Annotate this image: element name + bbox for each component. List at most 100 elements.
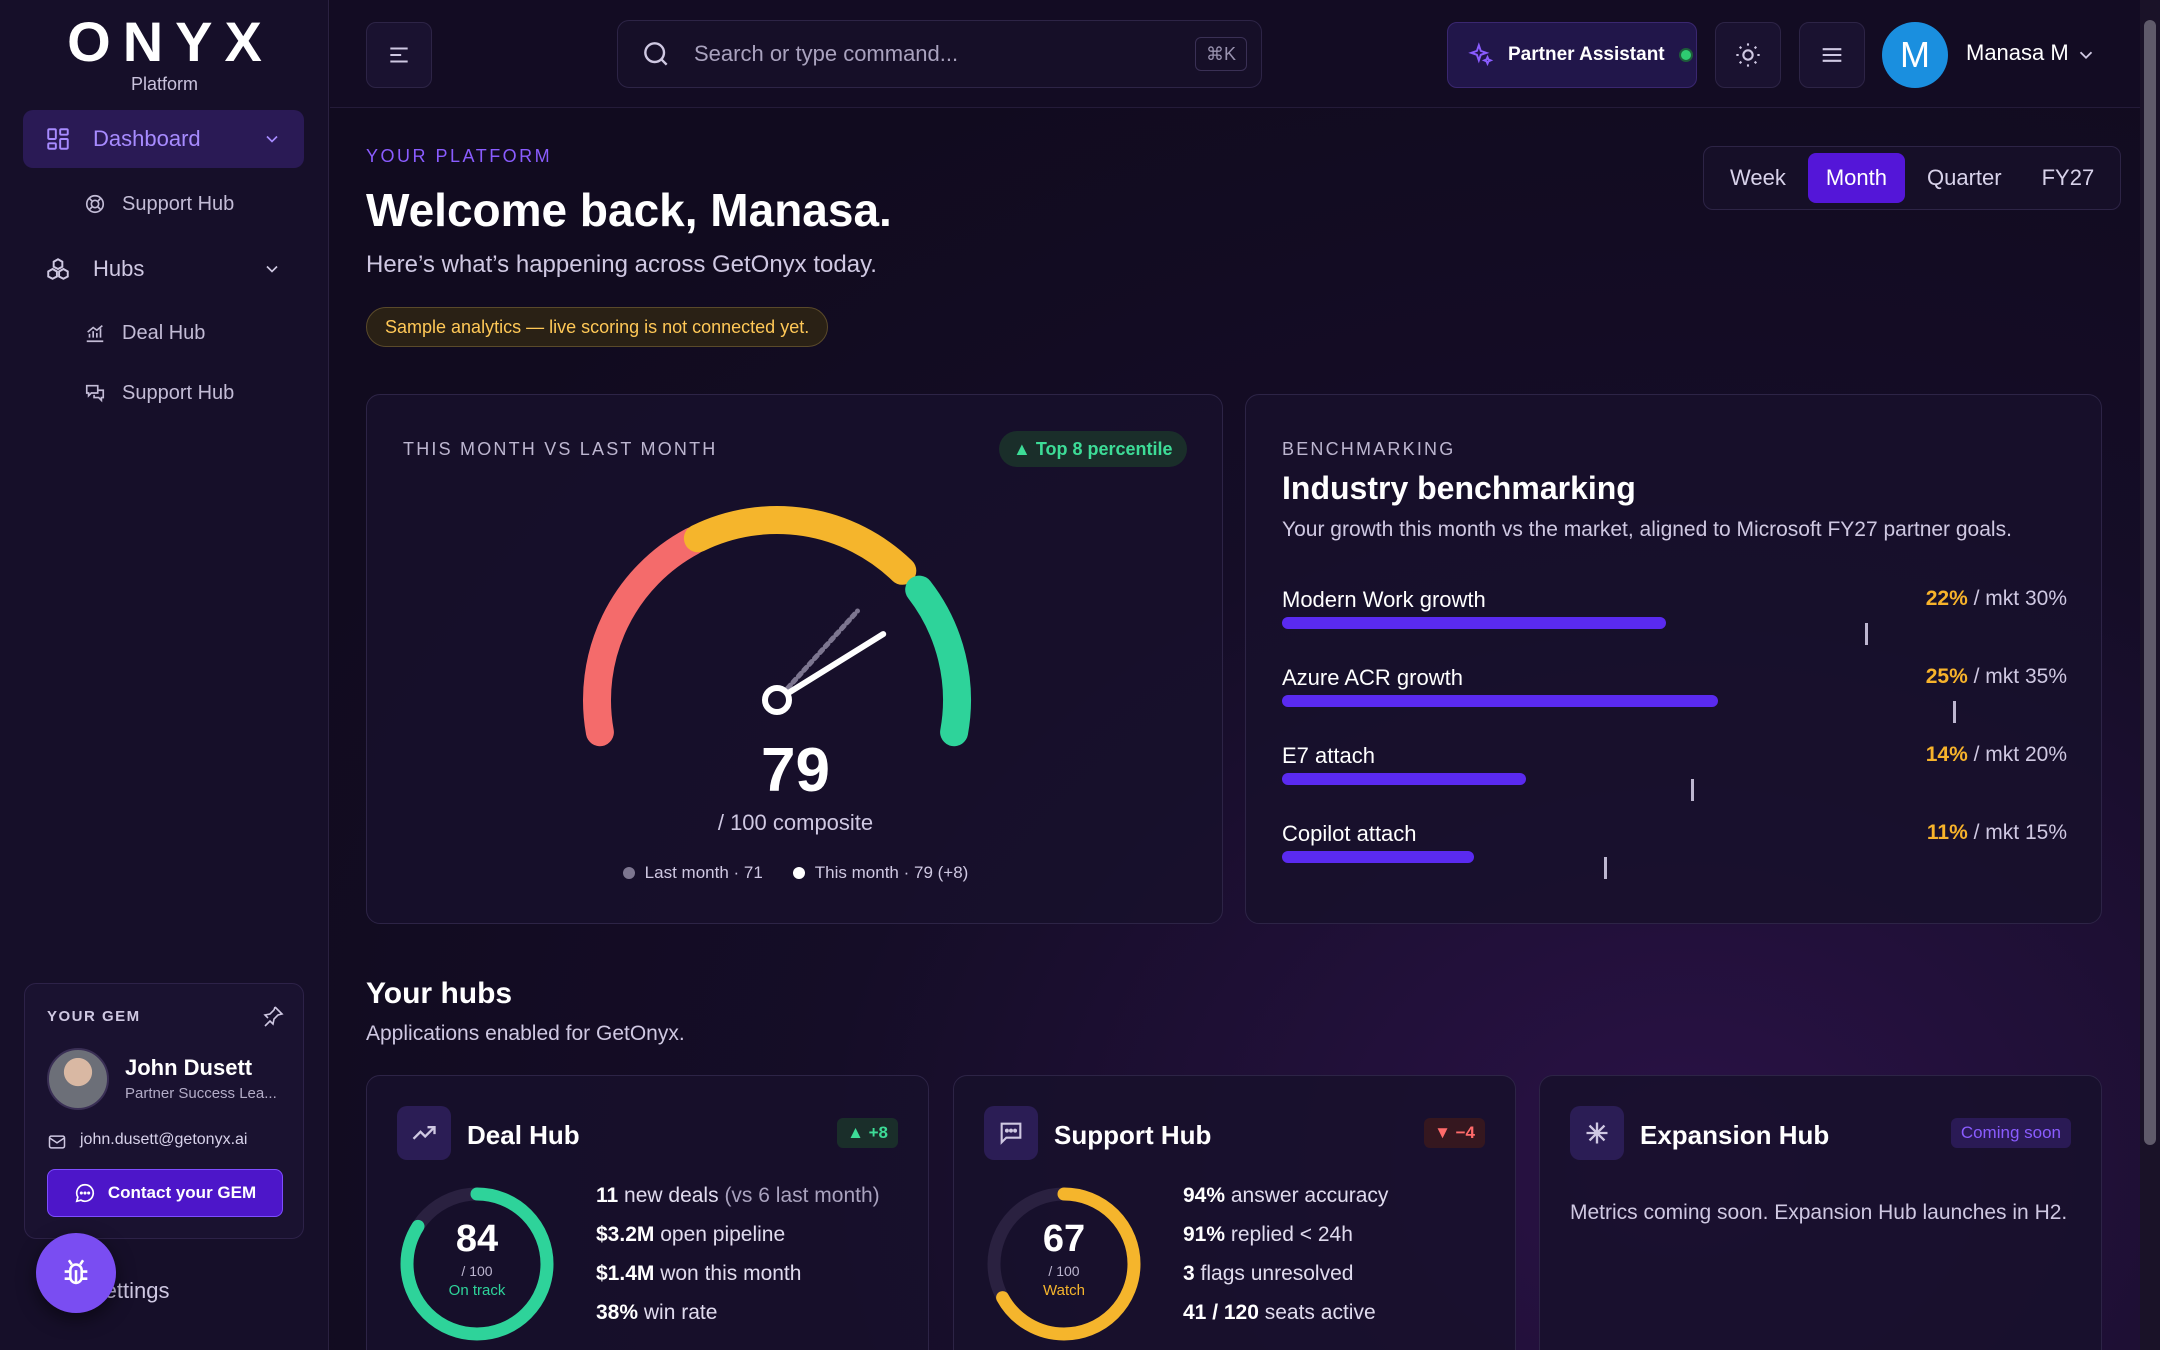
sidebar-item-support-hub[interactable]: Support Hub <box>84 373 234 413</box>
period-option[interactable]: Month <box>1807 153 1905 203</box>
chevron-down-icon[interactable] <box>2075 44 2097 66</box>
hub-stat-text: won this month <box>654 1262 802 1285</box>
hub-stat-value: 38% <box>596 1301 639 1324</box>
hamburger-icon <box>1822 48 1842 62</box>
benchmark-row: Modern Work growth 22% / mkt 30% <box>1282 587 2067 647</box>
user-name[interactable]: Manasa M <box>1966 40 2069 66</box>
lifebuoy-icon <box>84 193 106 215</box>
hub-description: Metrics coming soon. Expansion Hub launc… <box>1570 1201 2068 1224</box>
bug-report-button[interactable] <box>36 1233 116 1313</box>
sidebar-item-dashboard-support-hub[interactable]: Support Hub <box>84 184 234 224</box>
composite-score-value: 79 <box>761 736 830 805</box>
benchmark-market-marker <box>1865 623 1868 645</box>
asterisk-icon <box>1570 1106 1624 1160</box>
more-menu-button[interactable] <box>1799 22 1865 88</box>
benchmark-yours: 14% <box>1925 743 1968 766</box>
page-scrollbar[interactable] <box>2140 0 2160 1350</box>
contact-gem-button[interactable]: Contact your GEM <box>47 1169 283 1217</box>
page-eyebrow: YOUR PLATFORM <box>366 146 553 166</box>
gem-email[interactable]: john.dusett@getonyx.ai <box>80 1131 247 1149</box>
legend-dot <box>622 867 635 879</box>
gauge-needle-hub <box>762 685 792 715</box>
score-card-eyebrow: THIS MONTH VS LAST MONTH <box>403 439 718 459</box>
hub-stat: 38% win rate <box>596 1301 880 1340</box>
deal-hub-card[interactable]: Deal Hub ▲ +8 84 / 100 On track 11 new d… <box>366 1075 929 1350</box>
gauge-segment-low <box>583 527 707 747</box>
hub-status: On track <box>448 1282 506 1299</box>
sample-data-notice: Sample analytics — live scoring is not c… <box>366 307 829 347</box>
composite-score-card: THIS MONTH VS LAST MONTH ▲ Top 8 percent… <box>366 394 1223 924</box>
sparkles-icon <box>1468 42 1494 67</box>
hub-stat-text: open pipeline <box>654 1223 786 1246</box>
chevron-down-icon <box>266 265 278 273</box>
theme-toggle-button[interactable] <box>1715 22 1781 88</box>
bug-icon <box>64 1259 88 1285</box>
period-option[interactable]: Week <box>1712 153 1804 203</box>
hub-stat-value: 91% <box>1183 1223 1226 1246</box>
search-bar[interactable]: ⌘K <box>617 20 1262 88</box>
hub-score-ring: 84 / 100 On track <box>397 1184 557 1344</box>
benchmark-label: Azure ACR growth <box>1282 665 1463 690</box>
benchmark-track <box>1282 773 2067 801</box>
hub-status: Watch <box>1043 1282 1085 1299</box>
benchmark-label: Copilot attach <box>1282 821 1417 846</box>
logo[interactable]: ONYX Platform <box>0 12 329 95</box>
hub-stat-value: $1.4M <box>596 1262 655 1285</box>
hub-stat: 3 flags unresolved <box>1183 1262 1388 1301</box>
sidebar-item-deal-hub[interactable]: Deal Hub <box>84 313 205 353</box>
gauge-segment-mid <box>683 506 917 585</box>
hubs-section-title: Your hubs <box>366 977 513 1010</box>
sparkle-pin-icon[interactable] <box>261 1004 285 1028</box>
support-hub-card[interactable]: Support Hub ▼ −4 67 / 100 Watch 94% answ… <box>953 1075 1516 1350</box>
period-option[interactable]: FY27 <box>2024 153 2113 203</box>
hub-stat-text: new deals <box>618 1184 725 1207</box>
benchmark-row: Copilot attach 11% / mkt 15% <box>1282 821 2067 881</box>
legend-label: Last month · 71 <box>644 863 763 882</box>
hub-stat-value: 41 / 120 <box>1183 1301 1259 1324</box>
hubs-icon <box>45 256 71 282</box>
sidebar-item-dashboard[interactable]: Dashboard <box>23 110 304 168</box>
sidebar-item-hubs[interactable]: Hubs <box>23 240 304 298</box>
main-content: YOUR PLATFORM Welcome back, Manasa. Here… <box>330 108 2140 1350</box>
expansion-hub-card[interactable]: Expansion Hub Coming soon Metrics coming… <box>1539 1075 2102 1350</box>
user-avatar[interactable]: M <box>1882 22 1948 88</box>
coming-soon-badge: Coming soon <box>1950 1118 2071 1148</box>
benchmark-card: BENCHMARKING Industry benchmarking Your … <box>1245 394 2102 924</box>
hub-name: Expansion Hub <box>1640 1120 1830 1150</box>
hub-score-denominator: / 100 <box>461 1263 493 1279</box>
trending-up-icon <box>397 1106 451 1160</box>
benchmark-market: / mkt 20% <box>1973 743 2067 766</box>
hub-score-denominator: / 100 <box>1048 1263 1080 1279</box>
benchmark-row: Azure ACR growth 25% / mkt 35% <box>1282 665 2067 725</box>
hub-stat: 41 / 120 seats active <box>1183 1301 1388 1340</box>
hub-stat-value: 11 <box>596 1184 619 1207</box>
hub-stat-text: replied < 24h <box>1225 1223 1353 1246</box>
toggle-sidebar-button[interactable] <box>366 22 432 88</box>
benchmark-track <box>1282 695 2067 723</box>
scrollbar-thumb[interactable] <box>2144 20 2156 1145</box>
benchmark-value: 11% / mkt 15% <box>1927 821 2067 845</box>
hub-stat: 11 new deals (vs 6 last month) <box>596 1184 880 1223</box>
gem-role: Partner Success Lea... <box>125 1085 277 1102</box>
hub-stat: 91% replied < 24h <box>1183 1223 1388 1262</box>
benchmark-subtitle: Your growth this month vs the market, al… <box>1282 518 2012 541</box>
gauge-segment-high <box>905 575 972 747</box>
chat-square-icon <box>984 1106 1038 1160</box>
legend-dot <box>792 867 805 879</box>
benchmark-value: 22% / mkt 30% <box>1926 587 2067 611</box>
benchmark-value: 25% / mkt 35% <box>1926 665 2067 689</box>
period-option[interactable]: Quarter <box>1909 153 2020 203</box>
partner-assistant-button[interactable]: Partner Assistant <box>1447 22 1697 88</box>
hub-stat-text: win rate <box>638 1301 718 1324</box>
hub-stat-text: seats active <box>1258 1301 1376 1324</box>
search-input[interactable] <box>694 41 1174 67</box>
logo-subtitle: Platform <box>130 74 199 94</box>
contact-gem-label: Contact your GEM <box>107 1183 257 1202</box>
hub-stat-value: 94% <box>1183 1184 1226 1207</box>
benchmark-yours: 11% <box>1926 821 1968 844</box>
benchmark-bar <box>1282 773 1526 785</box>
percentile-badge: ▲ Top 8 percentile <box>999 431 1187 467</box>
benchmark-market: / mkt 35% <box>1973 665 2067 688</box>
legend-label: This month · 79 (+8) <box>814 863 969 882</box>
sun-icon <box>1736 43 1760 67</box>
